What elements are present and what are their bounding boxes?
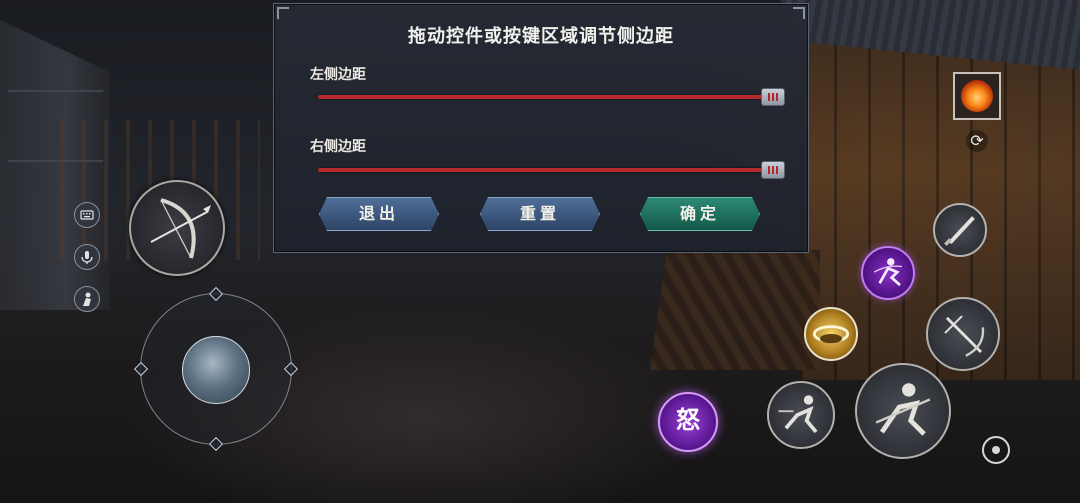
exit-button[interactable]: 退出 [319, 197, 439, 231]
right-margin-label: 右侧边距 [310, 139, 366, 155]
margin-adjust-dialog: 拖动控件或按键区域调节侧边距 左侧边距 右侧边距 退出 重置 确定 [273, 3, 809, 253]
right-margin-slider[interactable] [318, 168, 773, 172]
joystick-knob[interactable] [182, 336, 250, 404]
joystick-marker [208, 286, 224, 302]
keyboard-icon[interactable] [74, 202, 100, 228]
reset-button[interactable]: 重置 [480, 197, 600, 231]
left-margin-slider[interactable] [318, 95, 773, 99]
target-lock-icon[interactable] [982, 436, 1010, 464]
background-beam [8, 90, 103, 92]
left-margin-slider-handle[interactable] [761, 88, 785, 106]
confirm-button[interactable]: 确定 [640, 197, 760, 231]
spin-slash-icon [812, 325, 850, 344]
blade-skill-button[interactable] [933, 203, 987, 257]
swap-icon[interactable]: ⟳ [966, 130, 988, 152]
voice-icon[interactable] [74, 244, 100, 270]
left-margin-label: 左侧边距 [310, 67, 366, 83]
blade-icon [944, 216, 975, 246]
right-margin-slider-handle[interactable] [761, 161, 785, 179]
joystick-marker [283, 361, 299, 377]
purple-skill-button[interactable] [861, 246, 915, 300]
crossbow-icon [944, 315, 985, 357]
background-shed [650, 250, 820, 370]
item-slot[interactable] [953, 72, 1001, 120]
leap-figure-icon [873, 258, 902, 287]
attack-button[interactable] [855, 363, 951, 459]
fire-orb-icon [961, 80, 993, 112]
bow-icon [150, 198, 211, 259]
arrow-volley-skill-button[interactable] [926, 297, 1000, 371]
emote-icon[interactable] [74, 286, 100, 312]
dash-skill-button[interactable] [767, 381, 835, 449]
dash-figure-icon [778, 395, 818, 434]
gold-skill-button[interactable] [804, 307, 858, 361]
joystick-marker [133, 361, 149, 377]
bow-skill-button[interactable] [129, 180, 225, 276]
sword-slash-icon [875, 383, 931, 436]
rage-skill-button[interactable]: 怒 [658, 392, 718, 452]
dialog-title: 拖动控件或按键区域调节侧边距 [408, 26, 674, 47]
movement-joystick[interactable] [133, 286, 299, 452]
joystick-marker [208, 436, 224, 452]
